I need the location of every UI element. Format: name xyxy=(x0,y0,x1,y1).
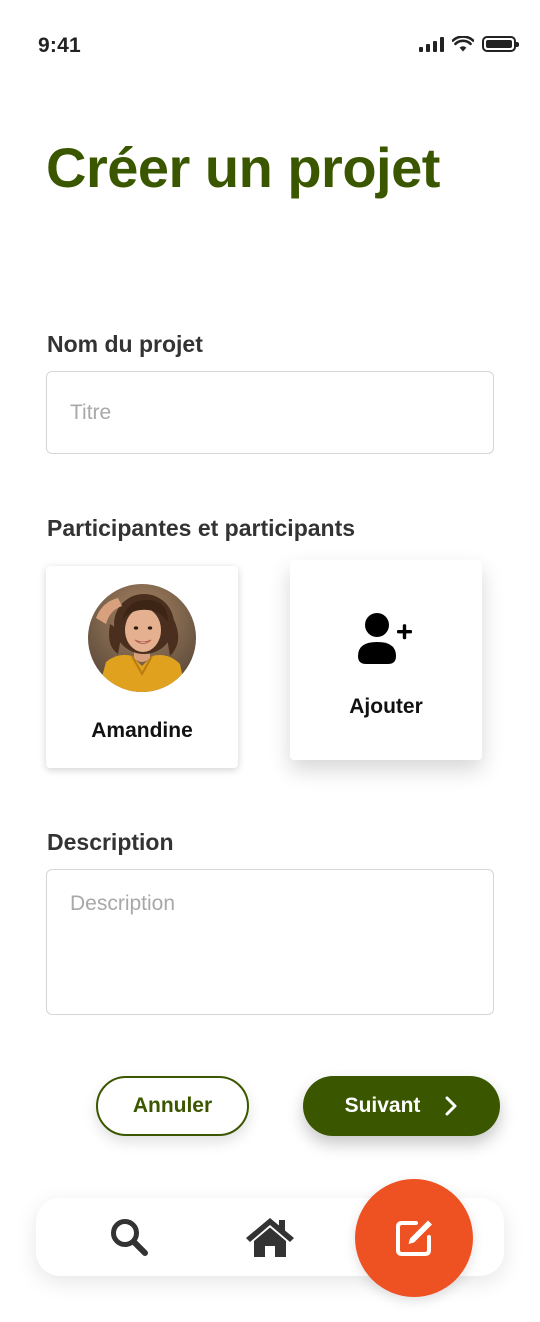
nav-home[interactable] xyxy=(244,1198,296,1276)
home-icon xyxy=(246,1218,294,1257)
status-bar: 9:41 xyxy=(0,0,540,95)
add-participant-label: Ajouter xyxy=(349,695,423,718)
avatar xyxy=(88,584,196,692)
participant-name: Amandine xyxy=(91,719,193,742)
edit-icon xyxy=(396,1220,432,1256)
status-icons xyxy=(419,36,519,52)
create-project-fab[interactable] xyxy=(355,1179,473,1297)
project-title-input[interactable] xyxy=(46,371,494,454)
status-time: 9:41 xyxy=(38,34,81,57)
project-name-label: Nom du projet xyxy=(47,331,203,357)
cancel-button[interactable]: Annuler xyxy=(96,1076,249,1136)
participants-label: Participantes et participants xyxy=(47,515,356,541)
add-participant-button[interactable]: Ajouter xyxy=(290,560,482,760)
description-label: Description xyxy=(47,829,174,855)
search-icon xyxy=(111,1219,148,1256)
nav-search[interactable] xyxy=(108,1198,150,1276)
next-button[interactable]: Suivant xyxy=(303,1076,500,1136)
battery-icon xyxy=(482,36,519,52)
participant-card[interactable]: Amandine xyxy=(46,566,238,768)
wifi-icon xyxy=(452,36,474,52)
signal-icon xyxy=(419,36,444,52)
chevron-right-icon xyxy=(444,1096,458,1116)
page-title: Créer un projet xyxy=(46,136,440,199)
next-label: Suivant xyxy=(344,1094,421,1117)
cancel-label: Annuler xyxy=(132,1094,213,1117)
description-field[interactable] xyxy=(46,869,494,1015)
add-user-icon xyxy=(358,612,414,671)
